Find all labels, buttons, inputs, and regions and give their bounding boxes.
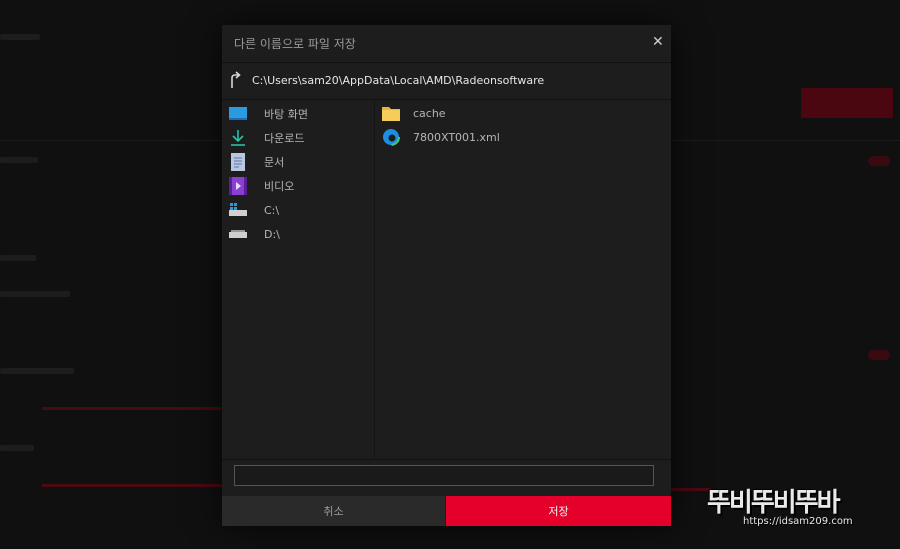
background-toggle (868, 156, 890, 166)
sidebar-item-label: D:\ (264, 227, 280, 241)
sidebar-item-label: 바탕 화면 (264, 108, 308, 121)
file-item-label: cache (413, 106, 446, 120)
background-text (0, 157, 38, 163)
sidebar-item-drive-c[interactable]: C:\ (228, 200, 279, 220)
sidebar-item-videos[interactable]: 비디오 (228, 176, 294, 196)
document-icon (228, 153, 248, 171)
folder-icon (381, 104, 401, 122)
watermark: 뚜비뚜비뚜바 https://idsam209.com (707, 482, 890, 530)
background-text (0, 255, 36, 261)
windows-drive-icon (228, 201, 248, 219)
up-folder-icon[interactable] (228, 71, 242, 89)
cancel-button[interactable]: 취소 (222, 496, 445, 526)
sidebar-item-downloads[interactable]: 다운로드 (228, 128, 304, 148)
watermark-url: https://idsam209.com (743, 516, 853, 527)
drive-icon (228, 225, 248, 243)
current-path: C:\Users\sam20\AppData\Local\AMD\Radeons… (252, 74, 545, 87)
path-bar: C:\Users\sam20\AppData\Local\AMD\Radeons… (222, 63, 671, 100)
file-item-label: 7800XT001.xml (413, 130, 500, 144)
background-slider (42, 407, 222, 410)
download-icon (228, 129, 248, 147)
dialog-title: 다른 이름으로 파일 저장 (234, 37, 356, 51)
file-item-xml[interactable]: 7800XT001.xml (381, 127, 500, 147)
sidebar-item-label: C:\ (264, 203, 280, 217)
watermark-logo: 뚜비뚜비뚜바 (707, 488, 841, 518)
save-as-dialog: 다른 이름으로 파일 저장 ✕ C:\Users\sam20\AppData\L… (222, 25, 671, 526)
background-text (0, 291, 70, 297)
desktop-icon (228, 105, 248, 123)
background-divider (0, 140, 222, 141)
sidebar-item-drive-d[interactable]: D:\ (228, 224, 280, 244)
background-text (0, 34, 40, 40)
background-slider (42, 484, 222, 487)
sidebar: 바탕 화면 다운로드 문서 비디오 C:\ D:\ (222, 100, 375, 458)
sidebar-item-label: 문서 (264, 156, 285, 169)
video-icon (228, 177, 248, 195)
background-divider (671, 140, 900, 141)
file-item-cache[interactable]: cache (381, 103, 446, 123)
background-red-button (801, 88, 893, 118)
edge-browser-icon (381, 128, 401, 146)
sidebar-item-label: 다운로드 (264, 132, 305, 145)
file-list: cache 7800XT001.xml (375, 100, 671, 458)
background-toggle (868, 350, 890, 360)
background-text (0, 445, 34, 451)
dialog-titlebar: 다른 이름으로 파일 저장 ✕ (222, 25, 671, 63)
sidebar-item-label: 비디오 (264, 180, 295, 193)
filename-bar (222, 459, 671, 496)
close-icon[interactable]: ✕ (652, 34, 666, 50)
filename-input[interactable] (234, 465, 654, 486)
background-slider (671, 488, 711, 491)
background-text (0, 368, 74, 374)
sidebar-item-desktop[interactable]: 바탕 화면 (228, 104, 308, 124)
sidebar-item-documents[interactable]: 문서 (228, 152, 284, 172)
save-button[interactable]: 저장 (446, 496, 671, 526)
